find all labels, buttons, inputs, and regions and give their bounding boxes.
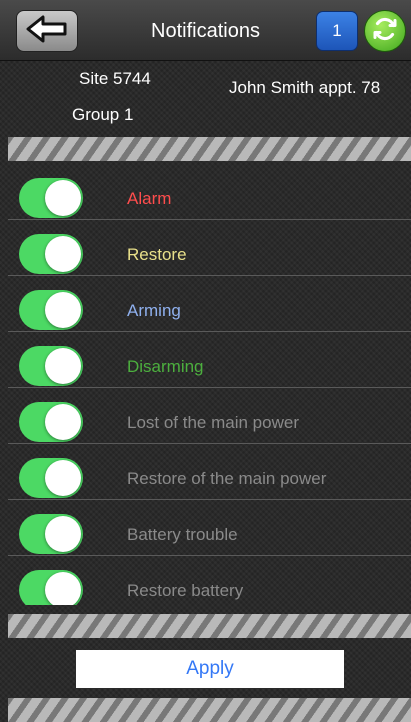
- apply-button[interactable]: Apply: [76, 650, 344, 688]
- toggle-switch[interactable]: [19, 290, 83, 330]
- toggle-knob: [45, 572, 81, 605]
- page-title: Notifications: [151, 20, 260, 42]
- divider-stripe-bottom: [8, 698, 411, 722]
- site-name: Site 5744: [79, 69, 151, 88]
- toggle-switch[interactable]: [19, 178, 83, 218]
- notification-row-battery-trouble: Battery trouble: [8, 500, 411, 556]
- refresh-icon: [370, 14, 400, 49]
- toggle-switch[interactable]: [19, 570, 83, 605]
- client-name: John Smith appt. 78: [229, 78, 381, 97]
- notification-label: Battery trouble: [127, 525, 238, 544]
- arrow-left-icon: [25, 15, 69, 48]
- toggle-switch[interactable]: [19, 346, 83, 386]
- toggle-switch[interactable]: [19, 514, 83, 554]
- notification-row-restore-main-power: Restore of the main power: [8, 444, 411, 500]
- toggle-knob: [45, 516, 81, 552]
- notification-row-arming: Arming: [8, 276, 411, 332]
- notification-row-lost-main-power: Lost of the main power: [8, 388, 411, 444]
- notification-label: Restore of the main power: [127, 469, 327, 488]
- divider-stripe-top: [8, 137, 411, 161]
- divider-stripe-middle: [8, 614, 411, 638]
- notification-label: Alarm: [127, 189, 172, 208]
- notification-row-disarming: Disarming: [8, 332, 411, 388]
- notification-count-badge[interactable]: 1: [316, 11, 358, 51]
- notification-label: Arming: [127, 301, 181, 320]
- toggle-switch[interactable]: [19, 458, 83, 498]
- notification-label: Restore: [127, 245, 187, 264]
- notification-label: Lost of the main power: [127, 413, 299, 432]
- top-bar: Notifications 1: [0, 0, 411, 61]
- refresh-button[interactable]: [364, 10, 406, 52]
- toggle-knob: [45, 236, 81, 272]
- site-info-panel: Site 5744 Group 1 John Smith appt. 78: [0, 61, 411, 137]
- toggle-knob: [45, 404, 81, 440]
- toggle-knob: [45, 460, 81, 496]
- group-name: Group 1: [72, 105, 134, 124]
- notification-label: Disarming: [127, 357, 204, 376]
- notification-row-restore-battery: Restore battery: [8, 556, 411, 605]
- toggle-knob: [45, 348, 81, 384]
- back-button[interactable]: [16, 10, 78, 52]
- notification-row-alarm: Alarm: [8, 164, 411, 220]
- toggle-knob: [45, 292, 81, 328]
- toggle-knob: [45, 180, 81, 216]
- notification-label: Restore battery: [127, 581, 244, 600]
- toggle-switch[interactable]: [19, 402, 83, 442]
- notification-row-restore: Restore: [8, 220, 411, 276]
- notification-list[interactable]: Alarm Restore Arming Disarming Lost of t…: [8, 164, 411, 605]
- toggle-switch[interactable]: [19, 234, 83, 274]
